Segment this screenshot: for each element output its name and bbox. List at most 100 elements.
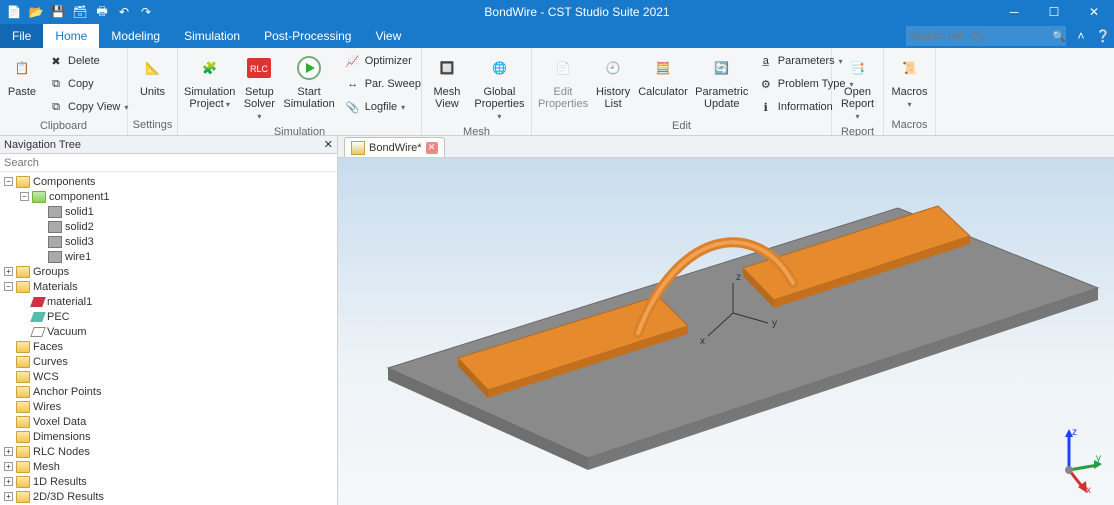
svg-text:y: y [1096, 453, 1101, 464]
history-list-button[interactable]: 🕘 History List [594, 50, 632, 112]
search-icon[interactable]: 🔍 [1052, 30, 1066, 43]
tree-node-faces[interactable]: Faces [0, 339, 337, 354]
edit-properties-button[interactable]: 📄 Edit Properties [536, 50, 590, 112]
tree-node-component1[interactable]: −component1 [0, 189, 337, 204]
tab-postprocessing[interactable]: Post-Processing [252, 24, 363, 48]
tab-view[interactable]: View [363, 24, 413, 48]
tab-simulation[interactable]: Simulation [172, 24, 252, 48]
tree-node-rlc[interactable]: +RLC Nodes [0, 444, 337, 459]
group-label-clipboard: Clipboard [0, 120, 127, 135]
simulation-project-button[interactable]: 🧩 Simulation Project [182, 50, 237, 112]
tree-node-vacuum[interactable]: Vacuum [0, 324, 337, 339]
calculator-icon: 🧮 [647, 52, 679, 84]
delete-icon: ✖ [48, 53, 64, 69]
tree-node-curves[interactable]: Curves [0, 354, 337, 369]
parametric-update-icon: 🔄 [706, 52, 738, 84]
tab-home[interactable]: Home [43, 24, 99, 48]
navigation-tree-search[interactable] [0, 154, 337, 172]
copyview-button[interactable]: ⧉Copy View [44, 96, 132, 118]
orientation-triad[interactable]: z y x [1034, 425, 1104, 495]
open-report-button[interactable]: 📑 Open Report [836, 50, 879, 124]
undo-icon[interactable]: ↶ [116, 4, 132, 20]
ribbon-group-settings: 📐 Units Settings [128, 48, 178, 135]
group-label-edit: Edit [532, 120, 831, 135]
tab-close-icon[interactable]: ✕ [426, 142, 438, 154]
tree-node-solid3[interactable]: solid3 [0, 234, 337, 249]
ribbon-group-report: 📑 Open Report Report [832, 48, 884, 135]
ribbon-search[interactable]: 🔍 [906, 26, 1066, 46]
ribbon-min-icon[interactable]: ˄ [1070, 24, 1092, 48]
tree-node-mesh[interactable]: +Mesh [0, 459, 337, 474]
saveall-icon[interactable]: 🗃 [72, 4, 88, 20]
help-icon[interactable]: ❔ [1092, 24, 1114, 48]
new-icon[interactable]: 📄 [6, 4, 22, 20]
tree-node-wcs[interactable]: WCS [0, 369, 337, 384]
close-icon[interactable]: ✕ [324, 138, 333, 151]
paste-icon: 📋 [6, 52, 38, 84]
setup-solver-button[interactable]: RLC Setup Solver [241, 50, 277, 124]
ribbon-group-mesh: 🔲 Mesh View 🌐 Global Properties Mesh [422, 48, 532, 135]
units-icon: 📐 [137, 52, 169, 84]
tree-node-dimensions[interactable]: Dimensions [0, 429, 337, 444]
print-icon[interactable]: 🖶 [94, 4, 110, 20]
parsweep-icon: ↔ [345, 76, 361, 92]
logfile-button[interactable]: 📎Logfile [341, 96, 425, 118]
copy-button[interactable]: ⧉Copy [44, 73, 132, 95]
tree-node-solid1[interactable]: solid1 [0, 204, 337, 219]
window-controls: ─ ☐ ✕ [994, 0, 1114, 24]
information-icon: ℹ [758, 99, 774, 115]
tree-node-groups[interactable]: +Groups [0, 264, 337, 279]
tree-node-materials[interactable]: −Materials [0, 279, 337, 294]
navigation-tree-header: Navigation Tree ✕ [0, 136, 337, 154]
close-button[interactable]: ✕ [1074, 0, 1114, 24]
maximize-button[interactable]: ☐ [1034, 0, 1074, 24]
tree-node-pec[interactable]: PEC [0, 309, 337, 324]
calculator-button[interactable]: 🧮 Calculator [636, 50, 690, 100]
tree-node-material1[interactable]: material1 [0, 294, 337, 309]
setup-solver-icon: RLC [243, 52, 275, 84]
tree-node-1dresults[interactable]: +1D Results [0, 474, 337, 489]
parametric-update-button[interactable]: 🔄 Parametric Update [694, 50, 750, 112]
parsweep-button[interactable]: ↔Par. Sweep [341, 73, 425, 95]
optimizer-button[interactable]: 📈Optimizer [341, 50, 425, 72]
tree-search-input[interactable] [0, 154, 337, 171]
tree-node-components[interactable]: −Components [0, 174, 337, 189]
history-list-icon: 🕘 [597, 52, 629, 84]
tree-node-voxel[interactable]: Voxel Data [0, 414, 337, 429]
start-simulation-icon [293, 52, 325, 84]
tree-node-wire1[interactable]: wire1 [0, 249, 337, 264]
svg-text:RLC: RLC [250, 64, 269, 74]
paste-button[interactable]: 📋 Paste [4, 50, 40, 100]
meshview-icon: 🔲 [431, 52, 463, 84]
quick-access-toolbar: 📄 📂 💾 🗃 🖶 ↶ ↷ [0, 4, 160, 20]
meshview-button[interactable]: 🔲 Mesh View [426, 50, 468, 112]
macros-button[interactable]: 📜 Macros [888, 50, 931, 112]
group-label-macros: Macros [884, 119, 935, 135]
minimize-button[interactable]: ─ [994, 0, 1034, 24]
view-area: BondWire* ✕ [338, 136, 1114, 505]
units-button[interactable]: 📐 Units [132, 50, 173, 100]
redo-icon[interactable]: ↷ [138, 4, 154, 20]
open-icon[interactable]: 📂 [28, 4, 44, 20]
document-icon [351, 141, 365, 155]
tab-file[interactable]: File [0, 24, 43, 48]
ribbon-group-macros: 📜 Macros Macros [884, 48, 936, 135]
tab-modeling[interactable]: Modeling [99, 24, 172, 48]
document-tab-bondwire[interactable]: BondWire* ✕ [344, 137, 445, 157]
open-report-icon: 📑 [842, 52, 874, 84]
tree-node-wires[interactable]: Wires [0, 399, 337, 414]
svg-text:z: z [736, 272, 741, 283]
delete-button[interactable]: ✖Delete [44, 50, 132, 72]
problemtype-icon: ⚙ [758, 76, 774, 92]
search-input[interactable] [910, 30, 1052, 42]
tree-node-2d3dresults[interactable]: +2D/3D Results [0, 489, 337, 504]
ribbon-group-edit: 📄 Edit Properties 🕘 History List 🧮 Calcu… [532, 48, 832, 135]
title-bar: 📄 📂 💾 🗃 🖶 ↶ ↷ BondWire - CST Studio Suit… [0, 0, 1114, 24]
tree-node-anchor[interactable]: Anchor Points [0, 384, 337, 399]
global-properties-button[interactable]: 🌐 Global Properties [472, 50, 527, 124]
save-icon[interactable]: 💾 [50, 4, 66, 20]
tree-node-solid2[interactable]: solid2 [0, 219, 337, 234]
start-simulation-button[interactable]: Start Simulation [281, 50, 336, 112]
navigation-tree[interactable]: −Components −component1 solid1 solid2 so… [0, 172, 337, 505]
3d-viewport[interactable]: x y z z y x [338, 158, 1114, 505]
